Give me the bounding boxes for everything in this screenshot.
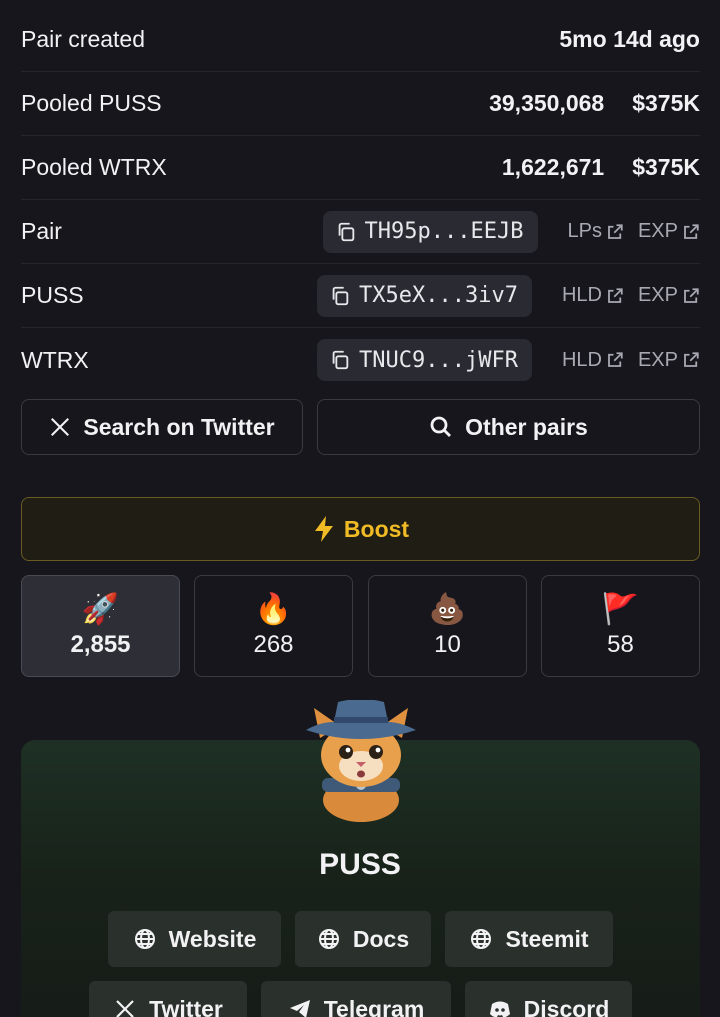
other-pairs-button[interactable]: Other pairs: [317, 399, 700, 455]
wtrx-address-text: TNUC9...jWFR: [359, 347, 518, 373]
wtrx-exp-label: EXP: [637, 348, 678, 371]
pooled-wtrx-amount: 1,622,671: [501, 154, 605, 180]
copy-icon: [332, 350, 349, 370]
docs-link-button[interactable]: Docs: [295, 911, 431, 967]
reaction-poop-button[interactable]: 💩 10: [368, 575, 527, 677]
reaction-red-flag-button[interactable]: 🚩 58: [541, 575, 700, 677]
docs-label: Docs: [352, 925, 410, 952]
token-name: PUSS: [319, 848, 401, 881]
telegram-icon: [289, 1000, 310, 1017]
reaction-rocket-button[interactable]: 🚀 2,855: [21, 575, 180, 677]
puss-address-text: TX5eX...3iv7: [359, 283, 518, 308]
twitter-label: Twitter: [149, 995, 223, 1017]
reaction-fire-count: 268: [253, 631, 294, 658]
wtrx-hld-label: HLD: [561, 348, 602, 371]
pooled-puss-label: Pooled PUSS: [21, 90, 162, 116]
website-label: Website: [168, 925, 257, 952]
reaction-rocket-count: 2,855: [70, 631, 131, 658]
external-link-icon: [684, 223, 699, 239]
wtrx-exp-link[interactable]: EXP: [638, 349, 700, 372]
discord-label: Discord: [523, 995, 610, 1017]
search-on-twitter-button[interactable]: Search on Twitter: [21, 399, 303, 455]
puss-exp-link[interactable]: EXP: [638, 284, 700, 307]
wtrx-address-copy-button[interactable]: TNUC9...jWFR: [317, 339, 532, 381]
search-icon: [430, 416, 452, 437]
reaction-red-flag-count: 58: [607, 631, 634, 658]
globe-icon: [318, 929, 339, 949]
external-link-icon: [684, 352, 699, 367]
steemit-link-button[interactable]: Steemit: [445, 911, 613, 967]
external-link-icon: [608, 287, 623, 303]
pooled-puss-row: Pooled PUSS 39,350,068 $375K: [21, 72, 700, 136]
search-on-twitter-label: Search on Twitter: [83, 413, 275, 440]
steemit-label: Steemit: [505, 925, 589, 952]
rocket-icon: 🚀: [81, 593, 120, 626]
puss-address-row: PUSS TX5eX...3iv7 HLD EXP: [21, 264, 700, 328]
reaction-fire-button[interactable]: 🔥 268: [194, 575, 353, 677]
telegram-link-button[interactable]: Telegram: [261, 981, 451, 1017]
pooled-wtrx-label: Pooled WTRX: [21, 154, 167, 180]
pair-address-copy-button[interactable]: TH95p...EEJB: [322, 210, 538, 253]
pooled-wtrx-row: Pooled WTRX 1,622,671 $375K: [21, 136, 700, 200]
wtrx-hld-link[interactable]: HLD: [562, 349, 624, 372]
pair-created-value: 5mo 14d ago: [559, 26, 700, 52]
copy-icon: [338, 222, 354, 241]
pair-created-row: Pair created 5mo 14d ago: [21, 8, 700, 72]
external-link-icon: [608, 352, 623, 367]
copy-icon: [332, 286, 349, 305]
red-flag-icon: 🚩: [601, 593, 640, 626]
wtrx-address-row: WTRX TNUC9...jWFR HLD EXP: [21, 328, 700, 392]
lightning-icon: [314, 516, 333, 542]
other-pairs-label: Other pairs: [465, 413, 588, 440]
pair-address-row: Pair TH95p...EEJB LPs EXP: [21, 200, 700, 264]
puss-label: PUSS: [21, 282, 84, 308]
pooled-puss-usd: $375K: [632, 90, 700, 116]
pooled-wtrx-usd: $375K: [632, 154, 700, 180]
token-avatar: [306, 700, 416, 822]
pair-exp-link[interactable]: EXP: [638, 220, 700, 243]
discord-icon: [489, 1001, 510, 1017]
globe-icon: [134, 929, 155, 949]
poop-icon: 💩: [428, 593, 467, 626]
pair-lps-link[interactable]: LPs: [568, 220, 624, 243]
pair-label: Pair: [21, 218, 62, 244]
puss-hld-link[interactable]: HLD: [562, 284, 624, 307]
puss-hld-label: HLD: [561, 284, 602, 306]
website-link-button[interactable]: Website: [108, 911, 281, 967]
wtrx-label: WTRX: [21, 346, 89, 373]
discord-link-button[interactable]: Discord: [465, 981, 632, 1017]
puss-exp-label: EXP: [637, 284, 678, 306]
fire-icon: 🔥: [254, 593, 293, 626]
pair-exp-label: EXP: [637, 220, 678, 242]
x-logo-icon: [51, 418, 70, 436]
pair-created-label: Pair created: [21, 26, 146, 52]
boost-label: Boost: [343, 515, 410, 542]
external-link-icon: [608, 223, 623, 239]
pooled-puss-amount: 39,350,068: [489, 90, 605, 116]
boost-button[interactable]: Boost: [21, 497, 700, 561]
puss-address-copy-button[interactable]: TX5eX...3iv7: [317, 274, 532, 317]
telegram-label: Telegram: [323, 995, 425, 1017]
globe-icon: [471, 929, 492, 949]
pair-address-text: TH95p...EEJB: [364, 219, 524, 244]
reaction-poop-count: 10: [434, 631, 461, 658]
twitter-link-button[interactable]: Twitter: [89, 981, 247, 1017]
pair-lps-label: LPs: [567, 220, 602, 242]
x-logo-icon: [116, 1000, 134, 1017]
external-link-icon: [684, 287, 699, 303]
